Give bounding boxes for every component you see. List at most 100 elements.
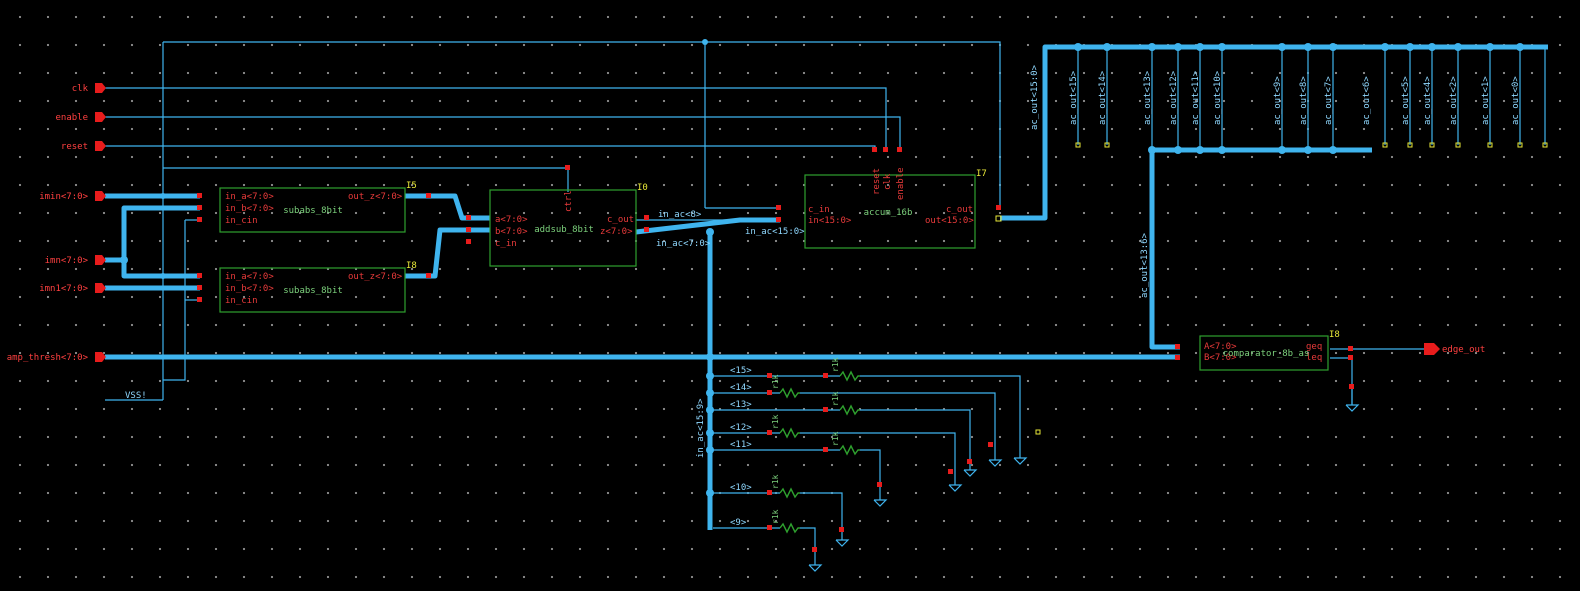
open-end-markers xyxy=(995,142,1548,435)
comparator-block[interactable]: A<7:0> B<7:0> geq leq comparator_8b_as I… xyxy=(1204,330,1340,363)
ac-out-labels: ac_out<15> ac_out<14> ac_out<13> ac_out<… xyxy=(1069,70,1521,125)
input-imn1[interactable]: imn1<7:0> xyxy=(39,284,88,294)
tap-label: <10> xyxy=(730,483,752,493)
pin-ctrl: ctrl xyxy=(564,190,574,212)
block-name: accum_16b xyxy=(864,208,913,218)
resistor-label: r1k xyxy=(771,509,780,524)
resistors xyxy=(779,370,860,534)
resistor-icon xyxy=(839,370,860,382)
block-name: subabs_8bit xyxy=(283,286,343,296)
ac-out-label: ac_out<6> xyxy=(1362,76,1372,125)
instance-name: I5 xyxy=(406,181,417,191)
resistor-label: r1k xyxy=(771,474,780,489)
output-arrow-icon xyxy=(1424,343,1440,355)
resistor-label: r1k xyxy=(771,414,780,429)
pin-arrow-icon xyxy=(95,141,106,151)
pin-c-in: c_in xyxy=(495,239,517,249)
ac-out-label: ac_out<9> xyxy=(1273,76,1283,125)
pin-in-b: in_b<7:0> xyxy=(225,284,274,294)
ac-out-label: ac_out<1> xyxy=(1481,76,1491,125)
input-reset[interactable]: reset xyxy=(61,142,88,152)
wire-label-in-ac70: in_ac<7:0> xyxy=(656,239,711,249)
ac-out-label: ac_out<2> xyxy=(1449,76,1459,125)
pin-in-cin: in_cin xyxy=(225,296,258,306)
pin-arrow-icon xyxy=(95,191,106,201)
block-name: addsub_8bit xyxy=(534,225,594,235)
ac-out-label: ac_out<8> xyxy=(1299,76,1309,125)
pin-clk: clk xyxy=(883,173,893,190)
ac-out-label: ac_out<4> xyxy=(1423,76,1433,125)
instance-name: I8 xyxy=(1329,330,1340,340)
ac-out-label: ac_out<10> xyxy=(1213,70,1223,125)
pin-in-a: in_a<7:0> xyxy=(225,192,274,202)
pin-in-a: in_a<7:0> xyxy=(225,272,274,282)
tap-label: <14> xyxy=(730,383,752,393)
instance-name: I0 xyxy=(637,183,648,193)
pin-arrow-icon xyxy=(95,283,106,293)
block-name: subabs_8bit xyxy=(283,206,343,216)
pin-in-cin: in_cin xyxy=(225,216,258,226)
pin-out: out<15:0> xyxy=(925,216,974,226)
pin-enable: enable xyxy=(896,167,906,200)
pin-in: in<15:0> xyxy=(808,216,852,226)
pin-in-b: in_b<7:0> xyxy=(225,204,274,214)
ac-out-label: ac_out<13> xyxy=(1143,70,1153,125)
accum-block[interactable]: c_in in<15:0> c_out out<15:0> accum_16b … xyxy=(808,167,987,226)
ac-out-label: ac_out<7> xyxy=(1324,76,1334,125)
pin-arrow-icon xyxy=(95,112,106,122)
ac-out-label: ac_out<12> xyxy=(1169,70,1179,125)
output-pin[interactable]: edge_out xyxy=(1424,343,1485,355)
resistor-label: r1k xyxy=(831,391,840,406)
ac-out-label: ac_out<11> xyxy=(1191,70,1201,125)
pin-c-in: c_in xyxy=(808,205,830,215)
pin-b: b<7:0> xyxy=(495,227,528,237)
input-pins: clk enable reset imin<7:0> imn<7:0> imn1… xyxy=(7,83,106,363)
schematic-canvas[interactable]: in_a<7:0> in_b<7:0> in_cin out_z<7:0> su… xyxy=(0,0,1580,591)
resistor-label: r1k xyxy=(771,374,780,389)
instance-name: I7 xyxy=(976,169,987,179)
pin-z: z<7:0> xyxy=(600,227,633,237)
pin-arrow-icon xyxy=(95,83,106,93)
wire-label-ac-out150: ac_out<15:0> xyxy=(1030,64,1040,130)
resistor-tap-labels: <15> <14> <13> <12> <11> <10> <9> xyxy=(730,366,752,528)
input-imn[interactable]: imn<7:0> xyxy=(45,256,89,266)
wire-label-ac-out136: ac_out<13:6> xyxy=(1140,232,1150,298)
ground-symbols xyxy=(808,404,1360,572)
pin-out-z: out_z<7:0> xyxy=(348,272,403,282)
ac-out-label: ac_out<15> xyxy=(1069,70,1079,125)
pin-reset: reset xyxy=(872,168,882,195)
pin-c-out: c_out xyxy=(946,205,973,215)
tap-label: <15> xyxy=(730,366,752,376)
resistor-label: r1k xyxy=(831,431,840,446)
resistor-icon xyxy=(779,427,800,439)
resistor-icon xyxy=(779,487,800,499)
resistor-labels: r1k r1k r1k r1k r1k r1k r1k xyxy=(771,357,840,524)
instance-name: I8 xyxy=(406,261,417,271)
resistor-icon xyxy=(779,387,800,399)
wire-label-in-ac8: in_ac<8> xyxy=(658,210,702,220)
addsub-block[interactable]: a<7:0> b<7:0> c_in c_out z<7:0> addsub_8… xyxy=(495,183,648,249)
wire-label-in-ac159: in_ac<15:9> xyxy=(696,398,706,458)
resistor-icon xyxy=(839,444,860,456)
pin-c-out: c_out xyxy=(607,215,634,225)
pin-out-z: out_z<7:0> xyxy=(348,192,403,202)
input-amp-thresh[interactable]: amp_thresh<7:0> xyxy=(7,353,89,363)
ac-out-label: ac_out<0> xyxy=(1511,76,1521,125)
ac-out-label: ac_out<14> xyxy=(1098,70,1108,125)
input-imin[interactable]: imin<7:0> xyxy=(39,192,88,202)
output-edge-out[interactable]: edge_out xyxy=(1442,345,1485,355)
pin-a: a<7:0> xyxy=(495,215,528,225)
tap-label: <11> xyxy=(730,440,752,450)
resistor-label: r1k xyxy=(831,357,840,372)
tap-label: <12> xyxy=(730,423,752,433)
pin-arrow-icon xyxy=(95,352,106,362)
tap-label: <9> xyxy=(730,518,747,528)
wire-label-in-ac150: in_ac<15:0> xyxy=(745,227,805,237)
vss-label: VSS! xyxy=(125,391,147,401)
resistor-icon xyxy=(779,522,800,534)
input-enable[interactable]: enable xyxy=(55,113,88,123)
input-clk[interactable]: clk xyxy=(72,84,89,94)
tap-label: <13> xyxy=(730,400,752,410)
pin-arrow-icon xyxy=(95,255,106,265)
ac-out-label: ac_out<5> xyxy=(1401,76,1411,125)
